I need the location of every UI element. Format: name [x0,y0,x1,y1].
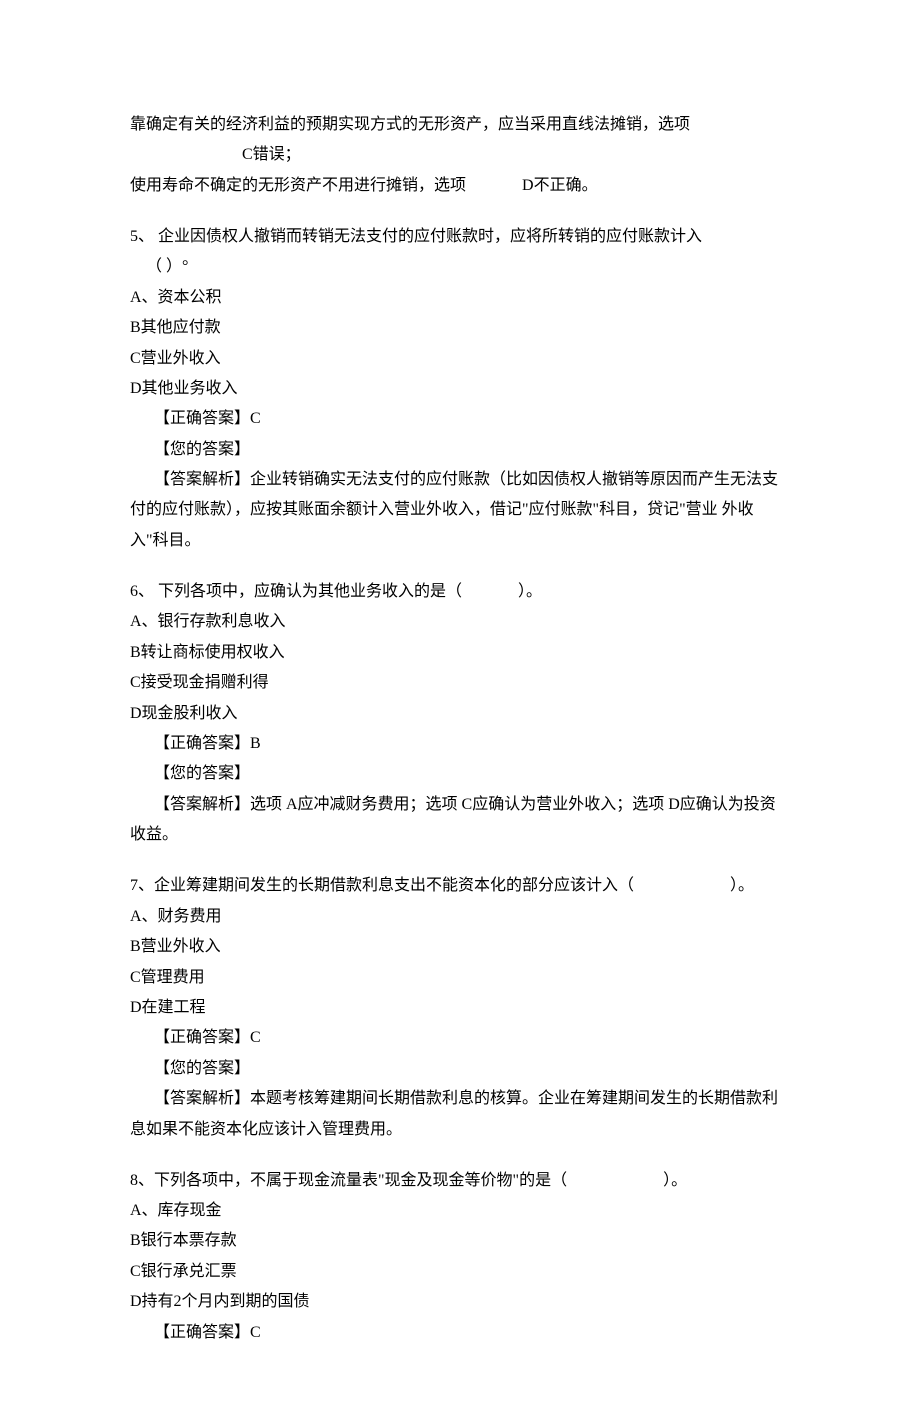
q6-option-c: C接受现金捐赠利得 [130,668,790,698]
text: 使用寿命不确定的无形资产不用进行摊销，选项 [130,177,466,194]
text: 6、 下列各项中，应确认为其他业务收入的是（ [130,583,462,600]
document-page: 靠确定有关的经济利益的预期实现方式的无形资产，应当采用直线法摊销，选项C错误； … [0,0,920,1408]
q7-option-d: D在建工程 [130,993,790,1023]
q8-option-d: D持有2个月内到期的国债 [130,1287,790,1317]
text: ）。 [518,583,542,600]
q5-option-b: B其他应付款 [130,313,790,343]
q7-explain-1: 【答案解析】本题考核筹建期间长期借款利息的核算。企业在筹建期间发生的长期借款利 [130,1084,790,1114]
intro-line-2: 使用寿命不确定的无形资产不用进行摊销，选项 D不正确。 [130,171,790,201]
q5-explain-1: 【答案解析】企业转销确实无法支付的应付账款（比如因债权人撤销等原因而产生无法支 [130,465,790,495]
q7-explain-2: 息如果不能资本化应该计入管理费用。 [130,1115,790,1145]
q8-option-c: C银行承兑汇票 [130,1257,790,1287]
q5-option-a: A、资本公积 [130,283,790,313]
text: D不正确。 [522,177,598,194]
q6-option-a: A、银行存款利息收入 [130,607,790,637]
q5-stem-2: （ ）° [130,252,790,282]
q5-option-d: D其他业务收入 [130,374,790,404]
text: C错误； [242,146,301,163]
q6-option-d: D现金股利收入 [130,699,790,729]
q8-stem: 8、下列各项中，不属于现金流量表"现金及现金等价物"的是（ ）。 [130,1166,790,1196]
q5-option-c: C营业外收入 [130,344,790,374]
q6-explain: 【答案解析】选项 A应冲减财务费用；选项 C应确认为营业外收入；选项 D应确认为… [130,790,790,851]
intro-line-1: 靠确定有关的经济利益的预期实现方式的无形资产，应当采用直线法摊销，选项 C错误； [130,110,790,171]
q7-option-a: A、财务费用 [130,902,790,932]
q8-correct-answer: 【正确答案】C [130,1318,790,1348]
q6-stem: 6、 下列各项中，应确认为其他业务收入的是（ ）。 [130,577,790,607]
q7-option-c: C管理费用 [130,963,790,993]
q5-explain-2: 付的应付账款），应按其账面余额计入营业外收入，借记"应付账款"科目，贷记"营业 … [130,495,790,556]
q5-your-answer: 【您的答案】 [130,435,790,465]
q6-correct-answer: 【正确答案】B [130,729,790,759]
text: 靠确定有关的经济利益的预期实现方式的无形资产，应当采用直线法摊销，选项 [130,116,690,133]
q5-stem: 5、 企业因债权人撤销而转销无法支付的应付账款时，应将所转销的应付账款计入 [130,222,790,252]
q8-option-a: A、库存现金 [130,1196,790,1226]
text: 8、下列各项中，不属于现金流量表"现金及现金等价物"的是（ [130,1172,567,1189]
text: 7、企业筹建期间发生的长期借款利息支出不能资本化的部分应该计入（ [130,877,634,894]
q7-your-answer: 【您的答案】 [130,1054,790,1084]
q6-your-answer: 【您的答案】 [130,759,790,789]
text: ）。 [663,1172,687,1189]
q8-option-b: B银行本票存款 [130,1226,790,1256]
q7-correct-answer: 【正确答案】C [130,1023,790,1053]
q5-correct-answer: 【正确答案】C [130,404,790,434]
text: ）。 [730,877,754,894]
q6-option-b: B转让商标使用权收入 [130,638,790,668]
q7-stem: 7、企业筹建期间发生的长期借款利息支出不能资本化的部分应该计入（ ）。 [130,871,790,901]
q7-option-b: B营业外收入 [130,932,790,962]
